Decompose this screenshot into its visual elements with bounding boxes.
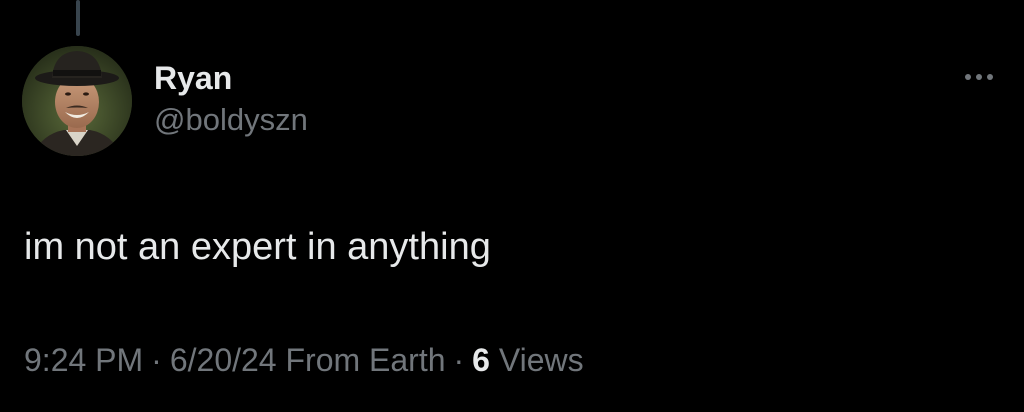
- views-label: Views: [498, 342, 584, 378]
- tweet-detail: Ryan @boldyszn im not an expert in anyth…: [0, 0, 1024, 412]
- more-options-button[interactable]: [956, 62, 1002, 92]
- more-horizontal-icon: [976, 74, 982, 80]
- more-horizontal-icon: [965, 74, 971, 80]
- more-horizontal-icon: [987, 74, 993, 80]
- tweet-time[interactable]: 9:24 PM: [24, 342, 143, 378]
- avatar-image: [22, 46, 132, 156]
- tweet-author[interactable]: Ryan @boldyszn: [154, 58, 308, 140]
- meta-separator: ·: [453, 342, 465, 378]
- views-count: 6: [472, 342, 490, 378]
- tweet-source: From Earth: [285, 342, 446, 378]
- meta-separator: ·: [151, 342, 162, 378]
- author-handle[interactable]: @boldyszn: [154, 100, 308, 140]
- avatar[interactable]: [22, 46, 132, 156]
- tweet-text: im not an expert in anything: [24, 226, 491, 268]
- tweet-date[interactable]: 6/20/24: [170, 342, 277, 378]
- tweet-metadata: 9:24 PM · 6/20/24 From Earth · 6 Views: [24, 338, 584, 382]
- author-display-name[interactable]: Ryan: [154, 58, 308, 98]
- thread-connector-line: [76, 0, 80, 36]
